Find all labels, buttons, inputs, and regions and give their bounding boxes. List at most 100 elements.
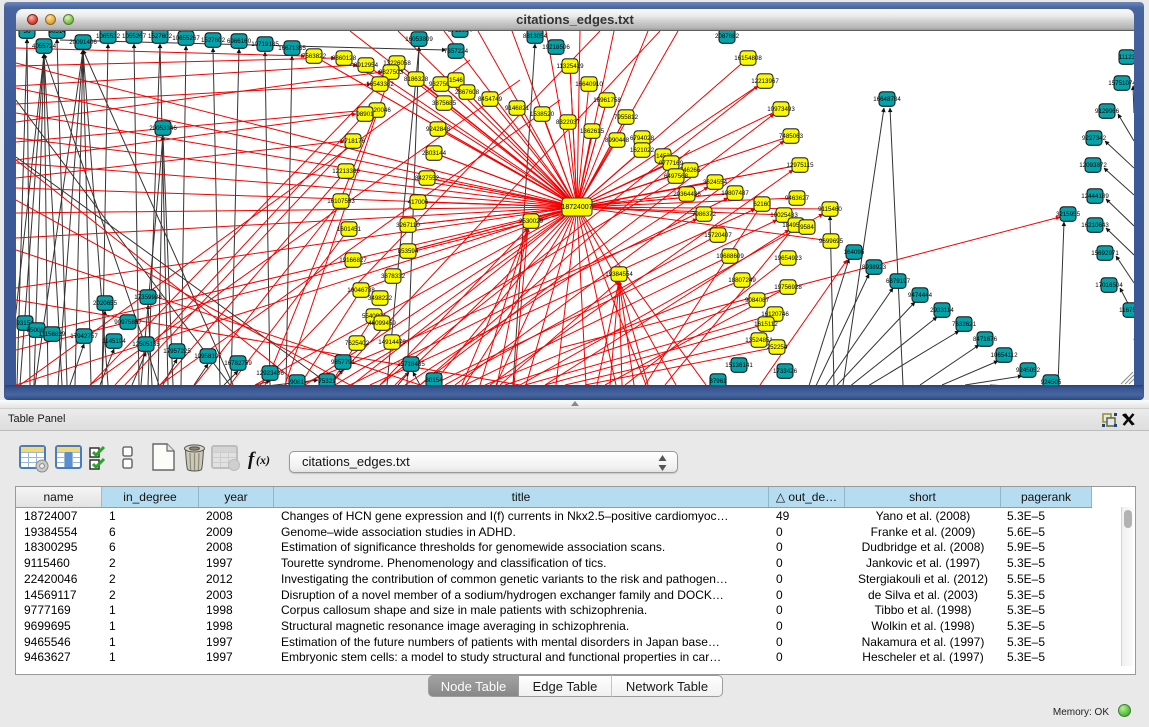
svg-text:12093872: 12093872	[1079, 162, 1107, 169]
svg-text:90514: 90514	[48, 31, 66, 35]
svg-text:9699695: 9699695	[819, 238, 844, 245]
svg-text:3498222: 3498222	[368, 295, 393, 302]
svg-text:18807249: 18807249	[728, 277, 756, 284]
svg-text:1621022: 1621022	[630, 147, 655, 154]
svg-text:8912954: 8912954	[354, 62, 379, 69]
svg-text:9115460: 9115460	[818, 206, 842, 213]
svg-text:9081: 9081	[290, 379, 304, 385]
svg-text:19384554: 19384554	[605, 271, 633, 278]
svg-text:8938923: 8938923	[862, 264, 887, 271]
svg-text:19756928: 19756928	[774, 284, 802, 291]
svg-text:3215955: 3215955	[1056, 211, 1081, 218]
svg-text:9463627: 9463627	[785, 195, 810, 202]
svg-text:853594: 853594	[398, 248, 419, 255]
svg-text:2087682: 2087682	[715, 33, 740, 40]
svg-text:15718485: 15718485	[397, 361, 425, 368]
svg-text:1615112: 1615112	[754, 321, 778, 328]
svg-text:3875685: 3875685	[432, 100, 457, 107]
svg-text:9227342: 9227342	[1082, 135, 1107, 142]
svg-text:7632621: 7632621	[952, 321, 977, 328]
svg-text:10973493: 10973493	[767, 106, 795, 113]
svg-text:19654923: 19654923	[774, 255, 802, 262]
svg-text:4055724: 4055724	[32, 43, 57, 50]
svg-text:10719185: 10719185	[251, 41, 279, 48]
svg-text:10688609: 10688609	[716, 253, 744, 260]
svg-text:9242848: 9242848	[426, 126, 451, 133]
svg-text:2867608: 2867608	[455, 89, 480, 96]
svg-text:17016504: 17016504	[1095, 282, 1123, 289]
svg-text:1733426: 1733426	[773, 368, 798, 375]
svg-text:9129966: 9129966	[1095, 108, 1120, 115]
svg-text:16210643: 16210643	[1081, 222, 1109, 229]
svg-text:8454749: 8454749	[478, 96, 503, 103]
svg-text:9146821: 9146821	[505, 105, 530, 112]
svg-text:19218506: 19218506	[542, 44, 570, 51]
svg-text:f: f	[248, 449, 256, 470]
svg-text:1167534: 1167534	[1119, 307, 1134, 314]
svg-text:2530029: 2530029	[519, 218, 544, 225]
svg-text:12505135: 12505135	[132, 341, 160, 348]
svg-text:11156829: 11156829	[39, 331, 66, 338]
svg-text:17957225: 17957225	[163, 348, 191, 355]
svg-text:36: 36	[24, 31, 31, 35]
svg-text:15751074: 15751074	[1108, 80, 1134, 87]
svg-text:3624554: 3624554	[703, 179, 728, 186]
svg-text:46099459: 46099459	[368, 320, 396, 327]
svg-text:7485063: 7485063	[779, 133, 804, 140]
svg-text:10807487: 10807487	[721, 190, 749, 197]
svg-text:9827503: 9827503	[379, 69, 404, 76]
svg-text:11123: 11123	[1119, 54, 1134, 61]
svg-text:11325419: 11325419	[556, 63, 584, 70]
svg-text:16107553: 16107553	[327, 198, 355, 205]
svg-text:7955812: 7955812	[614, 114, 639, 121]
svg-text:8322037: 8322037	[556, 119, 581, 126]
svg-text:16640910: 16640910	[575, 81, 603, 88]
svg-text:6879197: 6879197	[886, 278, 911, 285]
svg-text:252254: 252254	[767, 344, 788, 351]
svg-text:10654112: 10654112	[990, 352, 1018, 359]
svg-text:17359928: 17359928	[134, 294, 162, 301]
svg-text:10958107: 10958107	[194, 353, 222, 360]
svg-text:15720407: 15720407	[704, 232, 732, 239]
svg-text:924505: 924505	[1041, 379, 1062, 385]
svg-text:12975115: 12975115	[786, 162, 814, 169]
svg-text:9084067: 9084067	[745, 297, 770, 304]
svg-text:8427552: 8427552	[415, 175, 440, 182]
svg-text:7986372: 7986372	[692, 211, 717, 218]
svg-text:16154808: 16154808	[734, 55, 762, 62]
svg-text:7625402: 7625402	[345, 340, 370, 347]
svg-text:8990448: 8990448	[605, 137, 630, 144]
svg-text:7563822: 7563822	[302, 53, 327, 60]
svg-text:16961758: 16961758	[593, 97, 621, 104]
svg-text:417006: 417006	[408, 199, 429, 206]
svg-text:1362615: 1362615	[580, 128, 605, 135]
svg-text:1601451: 1601451	[337, 226, 362, 233]
svg-text:10046738: 10046738	[347, 287, 375, 294]
svg-text:3878332: 3878332	[381, 273, 406, 280]
svg-text:1538520: 1538520	[530, 111, 555, 118]
svg-text:3267110: 3267110	[396, 222, 420, 229]
svg-text:9584: 9584	[800, 224, 814, 231]
svg-text:2933114: 2933114	[930, 307, 954, 314]
svg-text:1145194: 1145194	[102, 338, 126, 345]
svg-text:12213967: 12213967	[751, 78, 779, 85]
svg-text:8813054: 8813054	[523, 33, 548, 40]
svg-text:8471676: 8471676	[973, 336, 998, 343]
svg-text:75321: 75321	[318, 378, 336, 385]
svg-text:9245052: 9245052	[1016, 367, 1041, 374]
svg-text:98901: 98901	[356, 111, 374, 118]
svg-text:16671355: 16671355	[278, 45, 306, 52]
svg-text:16053809: 16053809	[405, 36, 433, 43]
svg-text:8186328: 8186328	[404, 76, 429, 83]
svg-text:2803144: 2803144	[422, 150, 447, 157]
svg-text:2020655: 2020655	[93, 300, 118, 307]
svg-text:12923466: 12923466	[256, 370, 284, 377]
svg-text:20364436: 20364436	[673, 191, 701, 198]
svg-text:1527602: 1527602	[201, 37, 226, 44]
svg-text:20053346: 20053346	[149, 125, 177, 132]
svg-text:16648784: 16648784	[873, 96, 901, 103]
svg-text:9777169: 9777169	[659, 160, 684, 167]
svg-text:17942757: 17942757	[70, 333, 98, 340]
svg-text:14914479: 14914479	[378, 339, 406, 346]
svg-text:15136141: 15136141	[725, 362, 753, 369]
